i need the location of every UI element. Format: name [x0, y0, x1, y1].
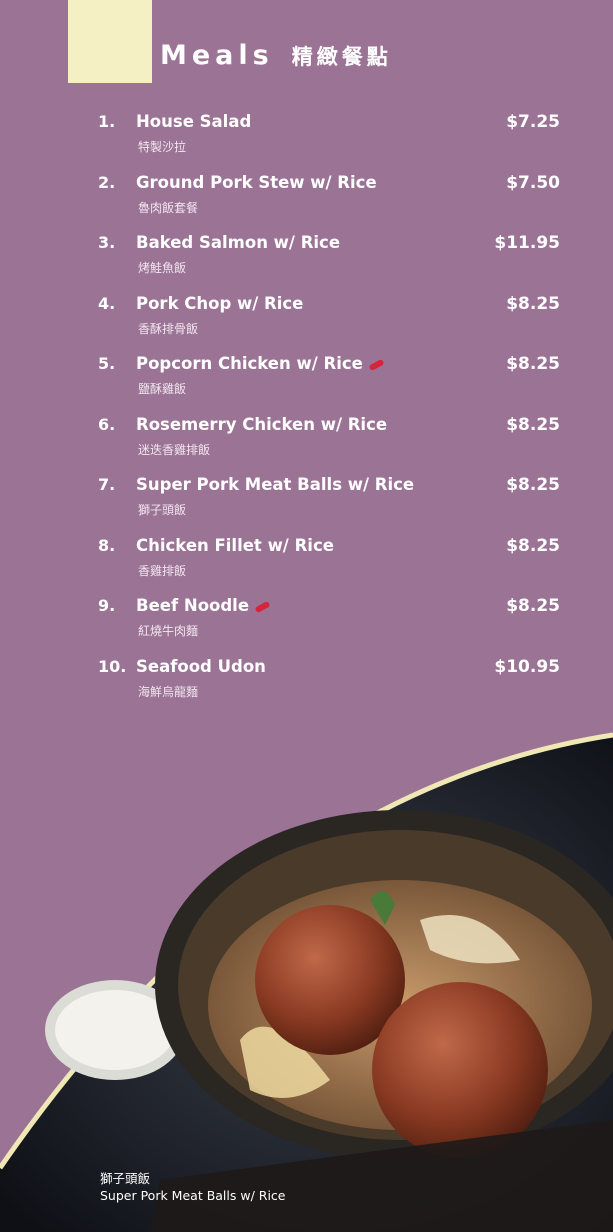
caption-chinese: 獅子頭飯 [100, 1171, 151, 1186]
caption-english: Super Pork Meat Balls w/ Rice [100, 1188, 286, 1203]
food-photo [0, 732, 613, 1232]
meatball-right [372, 982, 548, 1158]
menu-page: Meals 精緻餐點 1. House Salad 特製沙拉 $7.25 2. Ground… [0, 0, 613, 1232]
photo-caption: 獅子頭飯 Super Pork Meat Balls w/ Rice [100, 1170, 286, 1204]
